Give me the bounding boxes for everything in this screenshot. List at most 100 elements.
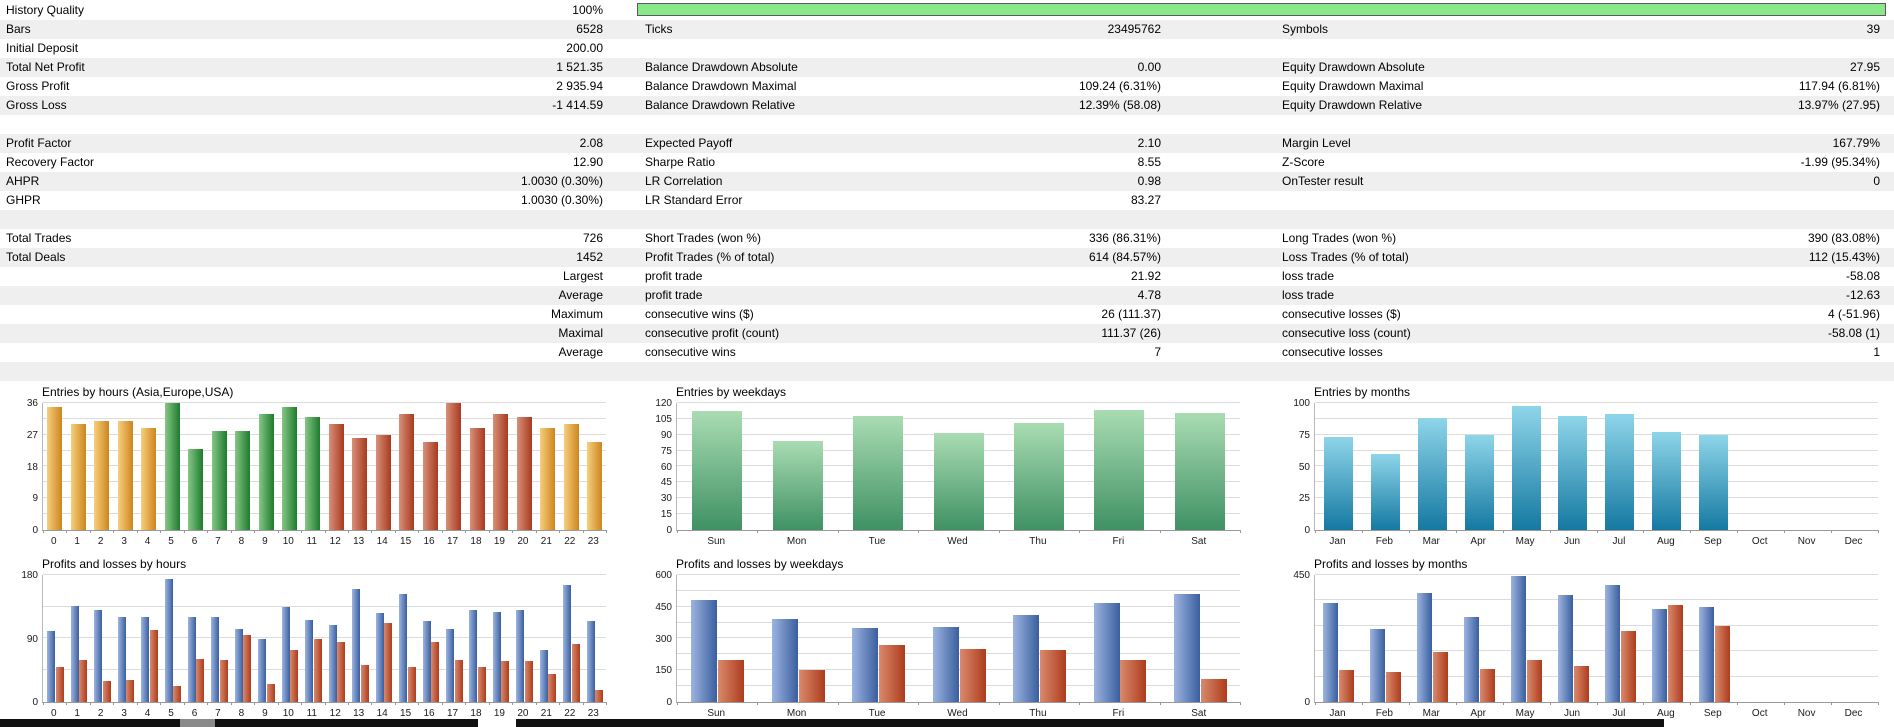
bar [493,612,501,702]
x-axis-tick [1240,702,1241,705]
x-axis-tick [1079,702,1080,705]
stat-label: consecutive losses [1282,343,1612,362]
stat-label: Symbols [1282,20,1612,39]
x-axis-tick-label: Thu [998,536,1078,547]
x-axis-tick-label: Mon [756,536,836,547]
bar [469,610,477,702]
table-row: History Quality100% [0,1,1894,20]
bar [408,667,416,702]
bar [1621,631,1636,702]
x-axis-tick-label: Jun [1549,536,1596,547]
bar [1574,666,1589,702]
y-axis-tick-label: 36 [8,398,38,409]
bar [516,610,524,702]
stat-value: 2.10 [881,134,1161,153]
stat-value: 21.92 [881,267,1161,286]
x-axis-tick [1160,530,1161,533]
y-axis-tick-label: 90 [642,430,672,441]
x-axis-tick-label: 12 [324,708,347,719]
x-axis-tick [489,702,490,705]
x-axis-tick [160,530,161,533]
x-axis-tick [254,702,255,705]
x-axis-tick-label: 16 [417,536,440,547]
stat-value: 200.00 [303,39,603,58]
bar [933,627,959,702]
stat-value: 2 935.94 [303,77,603,96]
x-axis-tick [371,530,372,533]
stat-value: 112 (15.43%) [1600,248,1880,267]
x-axis-tick [137,702,138,705]
bar [540,650,548,702]
x-axis-tick [1831,530,1832,533]
stat-value: 26 (111.37) [881,305,1161,324]
x-axis-tick-label: Nov [1783,708,1830,719]
y-axis-tick-label: 150 [642,665,672,676]
x-axis-tick [90,530,91,533]
y-axis-tick-label: 0 [8,525,38,536]
x-axis-tick-label: 19 [488,708,511,719]
x-axis-tick [325,702,326,705]
bar [141,428,156,530]
bar [692,411,742,530]
stat-value: 4 (-51.96) [1600,305,1880,324]
table-row: Averageconsecutive wins7consecutive loss… [0,343,1894,362]
x-axis-tick [207,530,208,533]
bar [1652,609,1667,702]
stat-value: Average [303,343,603,362]
x-axis-tick-label: 22 [558,536,581,547]
gridline [677,574,1240,575]
x-axis-tick-label: 5 [159,708,182,719]
bar [1175,413,1225,530]
chart-title: Profits and losses by months [1314,557,1467,571]
stat-value: 117.94 (6.81%) [1600,77,1880,96]
x-axis-tick-label: Feb [1361,536,1408,547]
x-axis-tick-label: Mar [1408,536,1455,547]
stat-label: Profit Factor [6,134,301,153]
stat-label: Equity Drawdown Absolute [1282,58,1612,77]
bar [47,407,62,530]
x-axis-tick-label: Tue [837,708,917,719]
chart-title: Profits and losses by hours [42,557,186,571]
bar [1371,454,1400,530]
x-axis-tick-label: Sat [1159,536,1239,547]
gridline [677,622,1240,623]
x-axis-tick-label: 14 [370,708,393,719]
chart-profits-losses-by-hours: Profits and losses by hours1809000123456… [8,557,612,727]
x-axis-tick [1737,702,1738,705]
bar [1480,669,1495,702]
x-axis-tick-label: 23 [582,708,605,719]
stat-value: Maximum [303,305,603,324]
bar [361,665,369,702]
x-axis-tick [1362,530,1363,533]
x-axis-tick-label: 5 [159,536,182,547]
bar [103,681,111,702]
x-axis-tick [1737,530,1738,533]
stat-value: -1 414.59 [303,96,603,115]
table-row: Total Net Profit1 521.35Balance Drawdown… [0,58,1894,77]
table-row: Largestprofit trade21.92loss trade-58.08 [0,267,1894,286]
stat-value: 7 [881,343,1161,362]
y-axis-tick-label: 450 [642,602,672,613]
bar [1699,435,1728,530]
bar [446,629,454,702]
x-axis-tick-label: Sun [676,708,756,719]
x-axis-tick [160,702,161,705]
x-axis-tick [757,530,758,533]
x-axis-tick-label: 21 [535,708,558,719]
stat-label: Initial Deposit [6,39,301,58]
plot-area [42,403,606,531]
bar [540,428,555,530]
y-axis-tick-label: 600 [642,570,672,581]
bar [165,403,180,530]
bar [1464,617,1479,702]
y-axis-tick-label: 300 [642,634,672,645]
x-axis-tick-label: 7 [206,708,229,719]
bar [173,686,181,702]
x-axis-tick-label: Sat [1159,708,1239,719]
x-axis-tick-label: 14 [370,536,393,547]
bar [517,417,532,530]
bar [1386,672,1401,702]
bar [399,594,407,702]
bar [431,642,439,702]
gridline [43,606,606,607]
